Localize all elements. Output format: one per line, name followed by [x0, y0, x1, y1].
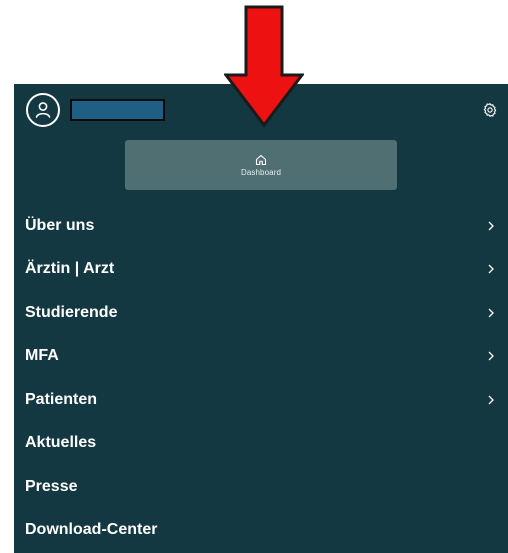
menu-item-mfa[interactable]: MFA	[14, 335, 508, 379]
menu-item-label: Aktuelles	[25, 434, 97, 452]
username-redacted	[70, 99, 165, 121]
user-avatar[interactable]	[26, 93, 60, 127]
menu-item-patienten[interactable]: Patienten	[14, 378, 508, 422]
down-arrow-icon	[224, 5, 304, 127]
chevron-right-icon	[486, 263, 496, 275]
settings-button[interactable]	[480, 100, 500, 120]
chevron-right-icon	[486, 220, 496, 232]
navigation-menu-panel: Dashboard Über uns Ärztin | Arzt Studier…	[14, 84, 508, 553]
menu-item-aerztin-arzt[interactable]: Ärztin | Arzt	[14, 248, 508, 292]
menu-item-presse[interactable]: Presse	[14, 465, 508, 509]
dashboard-button[interactable]: Dashboard	[125, 140, 397, 190]
menu-item-ueber-uns[interactable]: Über uns	[14, 204, 508, 248]
menu-item-label: Presse	[25, 477, 78, 495]
menu-item-studierende[interactable]: Studierende	[14, 291, 508, 335]
menu-item-label: Über uns	[25, 216, 95, 234]
menu-item-label: Ärztin | Arzt	[25, 260, 115, 278]
user-circle-icon	[35, 102, 51, 118]
chevron-right-icon	[486, 394, 496, 406]
menu-item-label: Download-Center	[25, 521, 158, 539]
gear-icon	[483, 103, 497, 117]
chevron-right-icon	[486, 350, 496, 362]
menu-item-label: Studierende	[25, 303, 118, 321]
home-icon	[255, 154, 267, 165]
main-menu-list: Über uns Ärztin | Arzt Studierende MFA P…	[14, 204, 508, 552]
menu-item-label: MFA	[25, 347, 59, 365]
chevron-right-icon	[486, 307, 496, 319]
menu-item-label: Patienten	[25, 390, 98, 408]
dashboard-label: Dashboard	[240, 167, 282, 177]
menu-item-download-center[interactable]: Download-Center	[14, 509, 508, 553]
screenshot-stage: Dashboard Über uns Ärztin | Arzt Studier…	[0, 0, 508, 553]
menu-item-aktuelles[interactable]: Aktuelles	[14, 422, 508, 466]
